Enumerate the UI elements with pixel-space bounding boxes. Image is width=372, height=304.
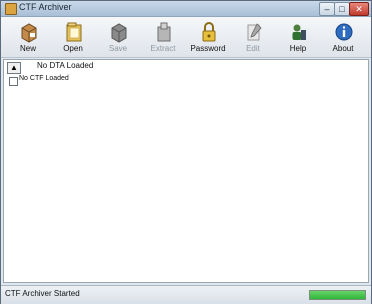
status-bar: CTF Archiver Started	[1, 285, 371, 304]
status-text: CTF Archiver Started	[5, 289, 80, 298]
open-button-label: Open	[63, 44, 83, 53]
about-button[interactable]: About	[323, 17, 363, 55]
edit-button-label: Edit	[246, 44, 260, 53]
progress-fill	[310, 291, 365, 299]
padlock-icon	[202, 22, 216, 42]
new-button-label: New	[19, 44, 36, 53]
app-window: CTF Archiver – □ ✕ New Open Save Extract…	[0, 0, 372, 304]
about-button-label: About	[332, 44, 354, 53]
pencil-icon	[247, 23, 262, 41]
dta-status-label: No DTA Loaded	[37, 61, 94, 70]
window-title: CTF Archiver	[19, 2, 72, 12]
title-bar[interactable]: CTF Archiver – □ ✕	[1, 1, 371, 17]
save-button-label: Save	[108, 44, 128, 53]
new-button[interactable]: New	[8, 17, 48, 55]
close-button[interactable]: ✕	[349, 2, 369, 16]
edit-button[interactable]: Edit	[233, 17, 273, 55]
list-header: ▲ No DTA Loaded	[3, 59, 369, 75]
password-button[interactable]: Password	[188, 17, 228, 55]
up-arrow-icon[interactable]: ▲	[7, 62, 21, 74]
toolbar: New Open Save Extract Password Edit Help…	[1, 17, 371, 58]
password-button-label: Password	[190, 44, 226, 53]
help-button[interactable]: Help	[278, 17, 318, 55]
extract-icon	[157, 22, 171, 42]
file-tree[interactable]: No CTF Loaded	[3, 74, 369, 283]
help-button-label: Help	[289, 44, 307, 53]
folder-icon	[66, 22, 82, 42]
app-icon	[5, 3, 17, 15]
info-icon	[335, 23, 353, 41]
minimize-button[interactable]: –	[319, 2, 335, 16]
help-user-icon	[292, 24, 306, 40]
progress-bar	[309, 290, 366, 300]
extract-button-label: Extract	[150, 44, 176, 53]
open-button[interactable]: Open	[53, 17, 93, 55]
new-box-icon	[21, 23, 37, 43]
save-button[interactable]: Save	[98, 17, 138, 55]
save-box-icon	[111, 23, 127, 43]
item-checkbox[interactable]	[9, 77, 18, 86]
extract-button[interactable]: Extract	[143, 17, 183, 55]
list-item[interactable]: No CTF Loaded	[19, 75, 69, 82]
maximize-button[interactable]: □	[334, 2, 350, 16]
